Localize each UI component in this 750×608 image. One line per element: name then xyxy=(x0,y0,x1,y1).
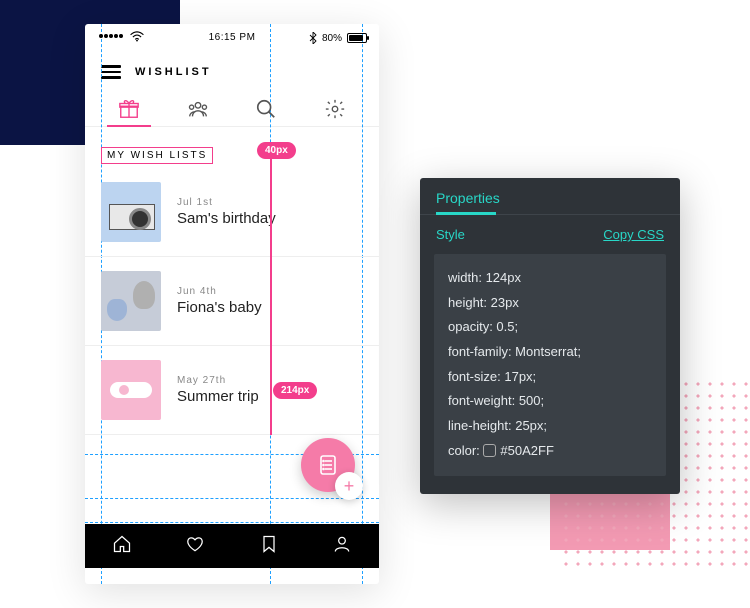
people-icon xyxy=(187,98,209,120)
search-icon xyxy=(255,98,277,120)
list-item[interactable]: Jul 1st Sam's birthday xyxy=(85,168,379,257)
css-line: opacity: 0.5; xyxy=(448,315,652,340)
phone-mockup: 16:15 PM 80% WISHLIST MY WISH LISTS 40px xyxy=(85,24,379,584)
properties-panel: Properties Style Copy CSS width: 124px h… xyxy=(420,178,680,494)
hamburger-menu-icon[interactable] xyxy=(101,62,121,82)
thumb-baby xyxy=(101,271,161,331)
css-line: font-size: 17px; xyxy=(448,365,652,390)
thumb-sunglasses xyxy=(101,360,161,420)
tab-settings[interactable] xyxy=(315,92,355,126)
bluetooth-icon xyxy=(309,32,317,44)
gear-icon xyxy=(324,98,346,120)
list-item[interactable]: Jun 4th Fiona's baby xyxy=(85,257,379,346)
home-icon xyxy=(112,534,132,554)
gift-icon xyxy=(118,98,140,120)
user-icon xyxy=(332,534,352,554)
nav-favorites[interactable] xyxy=(185,534,205,559)
item-date: Jul 1st xyxy=(177,197,276,208)
item-title: Summer trip xyxy=(177,388,259,405)
bookmark-icon xyxy=(259,534,279,554)
item-date: Jun 4th xyxy=(177,286,262,297)
measure-vline xyxy=(270,153,272,435)
item-date: May 27th xyxy=(177,375,259,386)
battery-percent: 80% xyxy=(322,33,342,44)
section-label: MY WISH LISTS xyxy=(101,147,213,164)
clipboard-list-icon xyxy=(316,453,340,477)
tab-people[interactable] xyxy=(178,92,218,126)
nav-profile[interactable] xyxy=(332,534,352,559)
list-item[interactable]: May 27th Summer trip xyxy=(85,346,379,435)
fab-group: + xyxy=(301,438,355,492)
fab-add-button[interactable]: + xyxy=(335,472,363,500)
tab-bar xyxy=(85,86,379,127)
css-line: height: 23px xyxy=(448,291,652,316)
css-output-box: width: 124px height: 23px opacity: 0.5; … xyxy=(434,254,666,476)
copy-css-button[interactable]: Copy CSS xyxy=(603,227,664,242)
guide-h-3 xyxy=(85,522,379,523)
css-line: line-height: 25px; xyxy=(448,414,652,439)
wifi-icon xyxy=(130,31,144,42)
tab-gift[interactable] xyxy=(109,92,149,126)
thumb-camera xyxy=(101,182,161,242)
app-title: WISHLIST xyxy=(135,66,212,78)
signal-dots-icon xyxy=(99,34,123,38)
css-line: font-weight: 500; xyxy=(448,389,652,414)
item-title: Fiona's baby xyxy=(177,299,262,316)
wishlist-list: Jul 1st Sam's birthday Jun 4th Fiona's b… xyxy=(85,168,379,435)
ios-status-bar: 16:15 PM 80% xyxy=(85,24,379,50)
status-time: 16:15 PM xyxy=(209,32,256,43)
guide-h-2 xyxy=(85,498,379,499)
css-line-color: color: #50A2FF xyxy=(448,439,652,464)
nav-home[interactable] xyxy=(112,534,132,559)
panel-style-label: Style xyxy=(436,227,465,242)
nav-bookmarks[interactable] xyxy=(259,534,279,559)
css-line: font-family: Montserrat; xyxy=(448,340,652,365)
battery-icon xyxy=(347,33,367,43)
annotation-badge-40px: 40px xyxy=(257,142,296,159)
annotation-badge-214px: 214px xyxy=(273,382,317,399)
css-line: width: 124px xyxy=(448,266,652,291)
bottom-nav xyxy=(85,524,379,568)
panel-header: Properties xyxy=(420,178,680,215)
heart-icon xyxy=(185,534,205,554)
tab-search[interactable] xyxy=(246,92,286,126)
color-swatch xyxy=(483,444,496,457)
item-title: Sam's birthday xyxy=(177,210,276,227)
